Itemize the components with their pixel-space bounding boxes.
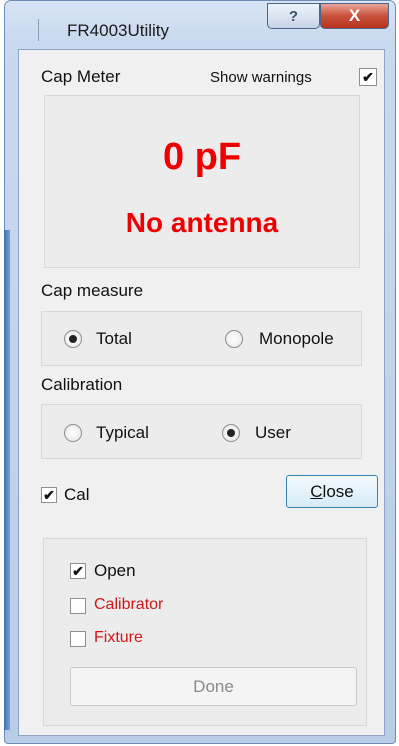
fixture-checkbox[interactable]: [70, 631, 86, 647]
help-button[interactable]: ?: [267, 3, 320, 29]
radio-monopole-label[interactable]: Monopole: [259, 329, 334, 349]
window-close-button[interactable]: X: [320, 3, 389, 29]
cap-measure-label: Cap measure: [41, 281, 144, 300]
radio-total[interactable]: [64, 330, 82, 348]
done-button[interactable]: Done: [70, 667, 357, 706]
close-button-rest: lose: [322, 481, 354, 501]
cap-measure-group: Total Monopole: [41, 311, 362, 366]
cap-meter-label: Cap Meter: [41, 67, 121, 86]
window-title: FR4003Utility: [67, 21, 170, 40]
radio-user[interactable]: [222, 424, 240, 442]
calibration-group: Typical User: [41, 404, 362, 459]
radio-typical[interactable]: [64, 424, 82, 442]
radio-typical-label[interactable]: Typical: [96, 423, 149, 443]
checkmark-icon: ✔: [362, 69, 374, 85]
show-warnings-label[interactable]: Show warnings: [210, 69, 312, 86]
calibration-label: Calibration: [41, 375, 123, 394]
radio-monopole[interactable]: [225, 330, 243, 348]
window-edge-accent: [4, 230, 10, 730]
close-button-mnemonic: C: [310, 481, 323, 501]
radio-total-label[interactable]: Total: [96, 329, 132, 349]
cal-label[interactable]: Cal: [64, 485, 90, 505]
client-area: Cap Meter Show warnings ✔ 0 pF No antenn…: [18, 49, 385, 736]
open-label[interactable]: Open: [94, 561, 136, 581]
title-separator: [38, 19, 39, 41]
close-button[interactable]: Close: [286, 475, 378, 508]
cap-reading-value: 0 pF: [162, 136, 242, 178]
cap-reading-panel: 0 pF No antenna: [44, 95, 360, 268]
show-warnings-checkbox[interactable]: ✔: [359, 68, 377, 86]
checkmark-icon: ✔: [43, 487, 55, 503]
title-bar[interactable]: FR4003Utility ? X: [5, 1, 395, 51]
calibrator-checkbox[interactable]: [70, 598, 86, 614]
antenna-status: No antenna: [125, 207, 279, 238]
calibrator-label[interactable]: Calibrator: [94, 596, 163, 614]
open-checkbox[interactable]: ✔: [70, 563, 86, 579]
radio-user-label[interactable]: User: [255, 423, 291, 443]
cal-checkbox[interactable]: ✔: [41, 487, 57, 503]
cal-steps-panel: ✔ Open Calibrator Fixture Done: [43, 538, 367, 726]
checkmark-icon: ✔: [72, 563, 84, 579]
fixture-label[interactable]: Fixture: [94, 629, 143, 647]
